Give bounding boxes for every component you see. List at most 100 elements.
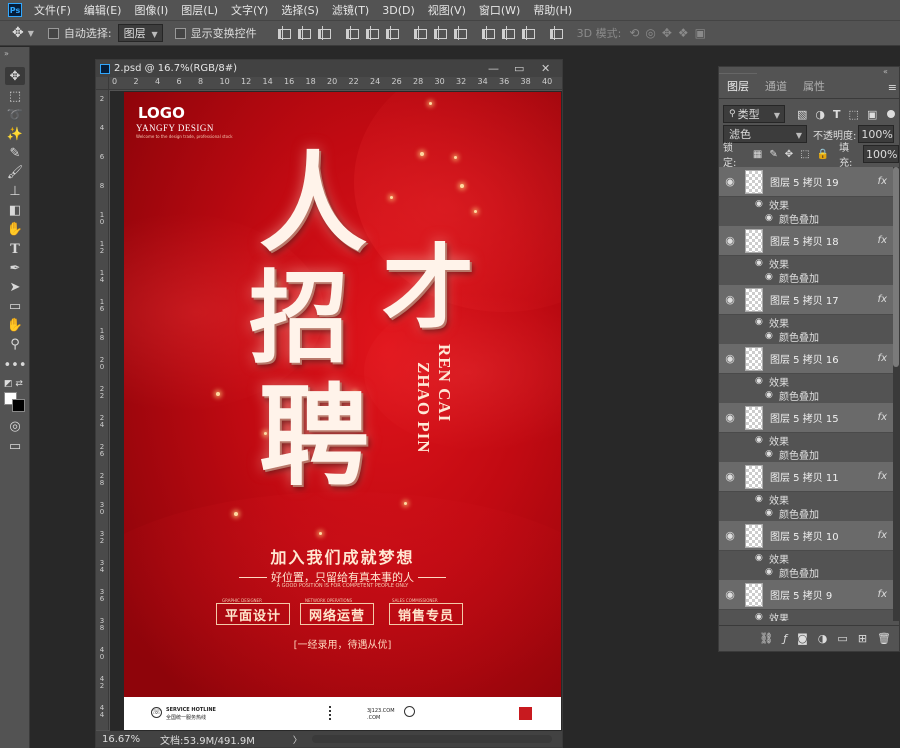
visibility-eye-icon[interactable]: ◉ bbox=[765, 272, 779, 282]
visibility-eye-icon[interactable]: ◉ bbox=[755, 258, 769, 268]
tab-layers[interactable]: 图层 bbox=[719, 73, 757, 98]
new-layer-icon[interactable]: ⊞ bbox=[858, 632, 867, 645]
move-tool-icon[interactable]: ✥ bbox=[5, 67, 25, 85]
align-left-icon[interactable] bbox=[344, 26, 359, 40]
visibility-eye-icon[interactable]: ◉ bbox=[719, 352, 741, 365]
layer-row[interactable]: ◉ 图层 5 拷贝 10 fx bbox=[719, 521, 893, 551]
fx-icon[interactable]: fx bbox=[878, 294, 887, 305]
lasso-tool-icon[interactable]: ➰ bbox=[5, 106, 25, 124]
filter-shape-icon[interactable]: ⬚ bbox=[849, 108, 859, 121]
visibility-eye-icon[interactable]: ◉ bbox=[755, 376, 769, 386]
layer-row[interactable]: ◉ 图层 5 拷贝 17 fx bbox=[719, 285, 893, 315]
distribute-top-icon[interactable] bbox=[412, 26, 427, 40]
layer-row[interactable]: ◉ 图层 5 拷贝 9 fx bbox=[719, 580, 893, 610]
menu-select[interactable]: 选择(S) bbox=[281, 2, 319, 18]
effects-row[interactable]: ◉ 效果 bbox=[719, 315, 893, 330]
visibility-eye-icon[interactable]: ◉ bbox=[719, 234, 741, 247]
doc-info[interactable]: 文档:53.9M/491.9M bbox=[160, 732, 255, 747]
fx-icon[interactable]: fx bbox=[878, 353, 887, 364]
fx-icon[interactable]: fx bbox=[878, 471, 887, 482]
filter-toggle-icon[interactable] bbox=[887, 110, 896, 118]
filter-adjustment-icon[interactable]: ◑ bbox=[815, 108, 825, 121]
delete-layer-icon[interactable]: 🗑 bbox=[877, 632, 891, 645]
effects-row[interactable]: ◉ 效果 bbox=[719, 374, 893, 389]
layer-row[interactable]: ◉ 图层 5 拷贝 19 fx bbox=[719, 167, 893, 197]
close-icon[interactable]: ✕ bbox=[541, 62, 550, 75]
scale-3d-icon[interactable]: ▣ bbox=[695, 26, 706, 40]
add-style-icon[interactable]: ƒ bbox=[783, 632, 787, 645]
align-vcenter-icon[interactable] bbox=[296, 26, 311, 40]
effect-row[interactable]: ◉ 颜色叠加 bbox=[719, 506, 893, 521]
drag-3d-icon[interactable]: ✥ bbox=[662, 26, 672, 40]
visibility-eye-icon[interactable]: ◉ bbox=[765, 567, 779, 577]
visibility-eye-icon[interactable]: ◉ bbox=[765, 331, 779, 341]
visibility-eye-icon[interactable]: ◉ bbox=[765, 449, 779, 459]
align-top-icon[interactable] bbox=[276, 26, 291, 40]
filter-pixel-icon[interactable]: ▧ bbox=[797, 108, 807, 121]
align-hcenter-icon[interactable] bbox=[364, 26, 379, 40]
panel-menu-icon[interactable]: ≡ bbox=[888, 81, 897, 94]
distribute-left-icon[interactable] bbox=[480, 26, 495, 40]
move-tool-icon[interactable]: ✥ bbox=[12, 25, 24, 41]
auto-align-icon[interactable] bbox=[548, 26, 563, 40]
lock-position-icon[interactable]: ✥ bbox=[785, 149, 793, 160]
visibility-eye-icon[interactable]: ◉ bbox=[765, 508, 779, 518]
auto-select-dropdown[interactable]: 图层 ▼ bbox=[117, 24, 163, 42]
effect-row[interactable]: ◉ 颜色叠加 bbox=[719, 388, 893, 403]
layers-scrollbar[interactable] bbox=[893, 167, 899, 621]
distribute-hcenter-icon[interactable] bbox=[500, 26, 515, 40]
hand-tool-icon[interactable]: ✋ bbox=[5, 316, 25, 334]
visibility-eye-icon[interactable]: ◉ bbox=[719, 588, 741, 601]
new-group-icon[interactable]: ▭ bbox=[837, 632, 847, 645]
align-bottom-icon[interactable] bbox=[316, 26, 331, 40]
fx-icon[interactable]: fx bbox=[878, 412, 887, 423]
visibility-eye-icon[interactable]: ◉ bbox=[719, 293, 741, 306]
effects-row[interactable]: ◉ 效果 bbox=[719, 256, 893, 271]
visibility-eye-icon[interactable]: ◉ bbox=[755, 494, 769, 504]
visibility-eye-icon[interactable]: ◉ bbox=[719, 175, 741, 188]
background-color-swatch[interactable] bbox=[12, 399, 25, 412]
visibility-eye-icon[interactable]: ◉ bbox=[719, 470, 741, 483]
distribute-bottom-icon[interactable] bbox=[452, 26, 467, 40]
effects-row[interactable]: ◉ 效果 bbox=[719, 433, 893, 448]
eyedropper-tool-icon[interactable]: ✎ bbox=[5, 144, 25, 162]
minimize-icon[interactable]: — bbox=[488, 62, 499, 75]
orbit-3d-icon[interactable]: ⟲ bbox=[629, 26, 639, 40]
eraser-tool-icon[interactable]: ◧ bbox=[5, 201, 25, 219]
lock-transparent-icon[interactable]: ▦ bbox=[753, 149, 762, 160]
effect-row[interactable]: ◉ 颜色叠加 bbox=[719, 565, 893, 580]
rectangle-tool-icon[interactable]: ▭ bbox=[5, 297, 25, 315]
effects-row[interactable]: ◉ 效果 bbox=[719, 197, 893, 212]
zoom-level[interactable]: 16.67% bbox=[102, 734, 154, 745]
horizontal-scrollbar[interactable] bbox=[311, 735, 552, 743]
panel-double-arrow-icon[interactable]: « bbox=[883, 67, 888, 76]
menu-3d[interactable]: 3D(D) bbox=[382, 4, 415, 17]
menu-image[interactable]: 图像(I) bbox=[134, 2, 168, 18]
menu-window[interactable]: 窗口(W) bbox=[479, 2, 520, 18]
layer-row[interactable]: ◉ 图层 5 拷贝 16 fx bbox=[719, 344, 893, 374]
menu-edit[interactable]: 编辑(E) bbox=[84, 2, 122, 18]
screen-mode-icon[interactable]: ▭ bbox=[5, 437, 25, 455]
visibility-eye-icon[interactable]: ◉ bbox=[755, 553, 769, 563]
magic-wand-tool-icon[interactable]: ✨ bbox=[5, 125, 25, 143]
pen-tool-icon[interactable]: ✒ bbox=[5, 259, 25, 277]
type-tool-icon[interactable]: T bbox=[5, 240, 25, 258]
effect-row[interactable]: ◉ 颜色叠加 bbox=[719, 211, 893, 226]
lock-paint-icon[interactable]: ✎ bbox=[769, 149, 777, 160]
distribute-right-icon[interactable] bbox=[520, 26, 535, 40]
layer-row[interactable]: ◉ 图层 5 拷贝 18 fx bbox=[719, 226, 893, 256]
filter-type-icon[interactable]: T bbox=[833, 108, 841, 121]
slide-3d-icon[interactable]: ❖ bbox=[678, 26, 689, 40]
visibility-eye-icon[interactable]: ◉ bbox=[755, 199, 769, 209]
fx-icon[interactable]: fx bbox=[878, 176, 887, 187]
link-layers-icon[interactable]: ⛓ bbox=[759, 632, 773, 645]
effect-row[interactable]: ◉ 颜色叠加 bbox=[719, 329, 893, 344]
zoom-tool-icon[interactable]: ⚲ bbox=[5, 335, 25, 353]
distribute-vcenter-icon[interactable] bbox=[432, 26, 447, 40]
align-right-icon[interactable] bbox=[384, 26, 399, 40]
path-select-tool-icon[interactable]: ➤ bbox=[5, 278, 25, 296]
auto-select-checkbox[interactable] bbox=[47, 27, 59, 39]
fx-icon[interactable]: fx bbox=[878, 235, 887, 246]
visibility-eye-icon[interactable]: ◉ bbox=[719, 411, 741, 424]
status-arrow-icon[interactable]: 〉 bbox=[293, 733, 302, 746]
